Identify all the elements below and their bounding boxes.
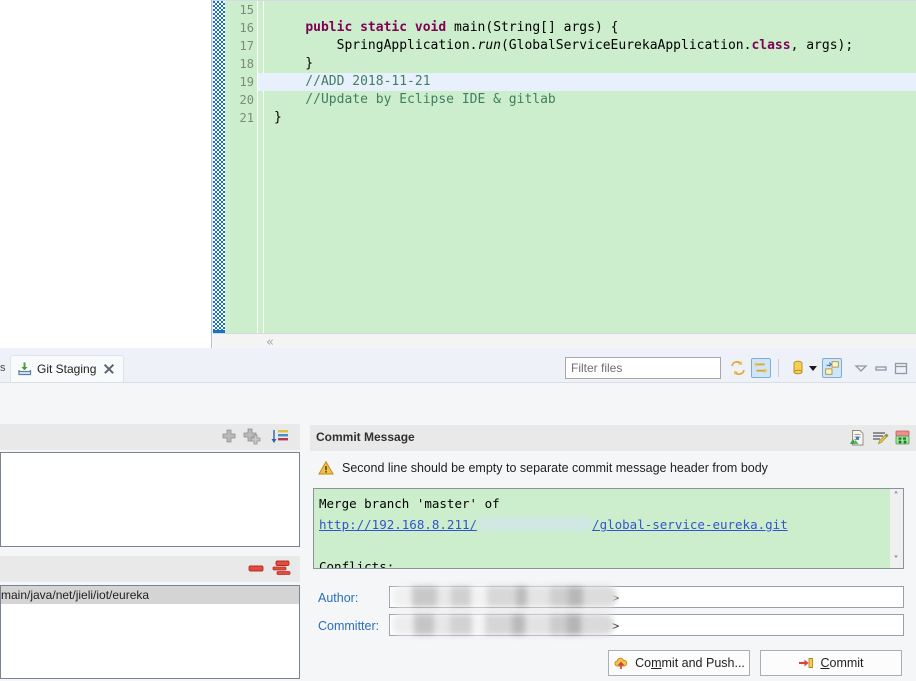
unstaged-changes-list[interactable]: [0, 452, 300, 547]
left-editor-panel: [0, 0, 203, 353]
cloud-push-icon: [613, 655, 629, 671]
committer-label[interactable]: Committer:: [318, 619, 379, 633]
line-number: 15: [239, 3, 254, 17]
commit-message-line: http://192.168.8.211//global-service-eur…: [319, 517, 788, 532]
editor-frame: 15 16 17 18 19 20 21 public static void main(S…: [213, 0, 916, 334]
commit-and-push-button[interactable]: Commit and Push...: [608, 650, 750, 676]
add-icon[interactable]: [220, 428, 238, 446]
tab-label: Git Staging: [37, 362, 97, 376]
redacted-username: [477, 517, 593, 531]
code-area[interactable]: public static void main(String[] args) {…: [257, 1, 916, 334]
scroll-down-icon[interactable]: ˅: [890, 554, 902, 567]
scroll-up-icon[interactable]: ˄: [890, 490, 902, 503]
commit-message-title: Commit Message: [316, 430, 415, 444]
minimize-icon[interactable]: [871, 358, 891, 378]
staged-changes-toolbar: [0, 556, 300, 582]
amend-commit-icon[interactable]: [871, 429, 889, 447]
author-value-redacted: [392, 586, 617, 607]
chevron-down-icon[interactable]: [806, 358, 820, 378]
remove-icon[interactable]: [248, 563, 266, 575]
tab-previous-fragment[interactable]: s: [0, 362, 6, 374]
code-line: public static void main(String[] args) {: [305, 20, 619, 35]
code-lines: public static void main(String[] args) {…: [258, 1, 916, 127]
line-number: 21: [239, 111, 254, 125]
line-number: 17: [239, 39, 254, 53]
remove-all-icon[interactable]: [272, 559, 292, 578]
unstaged-changes-toolbar: [0, 424, 300, 450]
view-menu-icon[interactable]: [851, 358, 871, 378]
eclipse-window: 15 16 17 18 19 20 21 public static void main(S…: [0, 0, 916, 681]
tab-git-staging[interactable]: Git Staging: [10, 355, 125, 382]
commit-label: Commit: [820, 656, 864, 670]
code-line: //ADD 2018-11-21: [258, 73, 916, 91]
commit-and-push-label: Commit and Push...: [635, 656, 745, 670]
change-ruler: [213, 1, 225, 334]
link-with-editor-icon[interactable]: [751, 358, 771, 378]
add-all-icon[interactable]: [242, 428, 262, 446]
repository-icon[interactable]: [788, 358, 808, 378]
line-number-ruler: 15 16 17 18 19 20 21: [225, 1, 257, 334]
source-editor[interactable]: 15 16 17 18 19 20 21 public static void main(S…: [211, 0, 916, 353]
commit-message-warning: Second line should be empty to separate …: [318, 457, 898, 479]
commit-button[interactable]: Commit: [760, 650, 902, 676]
close-icon[interactable]: [103, 363, 115, 375]
commit-message-line: Conflicts:: [319, 559, 395, 569]
code-line: }: [274, 110, 282, 125]
list-item[interactable]: main/java/net/jieli/iot/eureka: [1, 586, 299, 604]
column-layout-icon[interactable]: [822, 358, 842, 378]
code-line: //Update by Eclipse IDE & gitlab: [274, 92, 556, 107]
committer-value-redacted: [392, 614, 614, 635]
staged-changes-list[interactable]: main/java/net/jieli/iot/eureka: [0, 585, 300, 679]
line-number: 19: [239, 75, 254, 89]
maximize-icon[interactable]: [891, 358, 911, 378]
sort-icon[interactable]: [270, 428, 290, 446]
toolbar-separator: [778, 359, 779, 377]
code-line: }: [274, 56, 314, 71]
add-change-id-icon[interactable]: [894, 429, 912, 447]
commit-message-line: [319, 535, 896, 556]
commit-message-line: Merge branch 'master' of: [319, 496, 500, 511]
code-line: SpringApplication.run(GlobalServiceEurek…: [274, 38, 854, 53]
commit-icon: [798, 655, 814, 671]
git-staging-icon: [17, 361, 33, 377]
author-label[interactable]: Author:: [318, 591, 358, 605]
warning-icon: [318, 460, 334, 476]
commit-message-input[interactable]: Merge branch 'master' of http://192.168.8…: [313, 488, 902, 569]
commit-message-section-header: Commit Message: [310, 425, 916, 451]
refresh-icon[interactable]: [728, 358, 748, 378]
add-signed-off-by-icon[interactable]: [848, 429, 866, 447]
commit-message-scrollbar[interactable]: ˄ ˅: [890, 488, 904, 569]
line-number: 18: [239, 57, 254, 71]
line-number: 16: [239, 21, 254, 35]
line-number: 20: [239, 93, 254, 107]
warning-text: Second line should be empty to separate …: [342, 461, 768, 475]
filter-files-input[interactable]: Filter files: [565, 357, 721, 379]
